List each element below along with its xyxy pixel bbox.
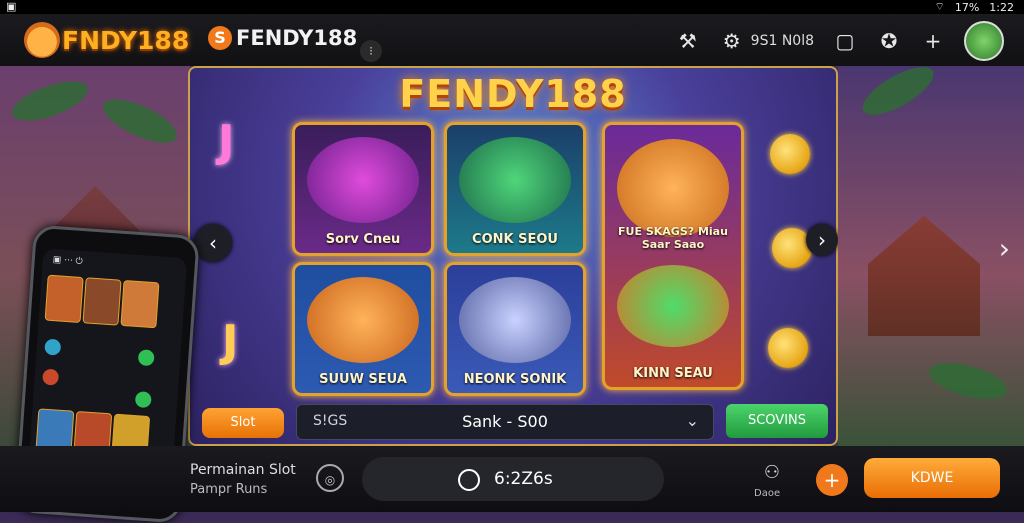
phone-header: ▣ ··· ⏻ [52,254,84,268]
game-tile[interactable]: CONK SEOU [444,122,586,256]
scores-button[interactable]: SCOVINS [726,404,828,438]
game-title: SUUW SEUA [319,372,407,387]
game-title: KINN SEAU [633,366,713,381]
game-title: NEONK SONIK [463,372,567,387]
plus-icon[interactable]: + [920,28,946,54]
game-panel: FENDY188 J J Sorv Cneu CONK SEOU FUE SKA… [188,66,838,446]
leaf-decoration [97,90,183,152]
clock-icon [458,469,480,491]
j-symbol-icon: J [222,316,239,367]
game-tile[interactable]: Sorv Cneu [292,122,434,256]
avatar [44,338,62,356]
game-thumb [82,277,122,326]
panel-controls: Slot S!GS Sank - S00 ⌄ SCOVINS [196,404,830,440]
brand-badge-icon: S [208,26,232,50]
clock: 1:22 [989,0,1014,14]
avatar [42,368,60,386]
app-logo[interactable]: FNDY188 [24,20,189,60]
add-button[interactable]: + [816,464,848,496]
target-icon[interactable]: ◎ [316,464,344,492]
game-thumb [44,274,84,324]
game-thumb [120,279,160,329]
filter-value: Sank - S00 [462,412,548,431]
bottom-title: Permainan Slot [190,462,296,478]
bunny-art-icon [459,277,571,363]
play-icon [134,391,152,409]
play-icon [137,349,155,367]
chevron-right-icon[interactable]: › [806,224,838,256]
share-label: Daoe [754,488,781,499]
coin-icon [770,134,810,174]
leaf-decoration [925,356,1011,406]
account-label[interactable]: 9S1 N0l8 [751,33,814,49]
game-title: Sorv Cneu [325,232,401,247]
timer-field[interactable]: 6:2Z6s [362,457,664,501]
cat-art-icon [617,139,729,237]
hut-decoration [868,216,980,336]
status-bar: ▣ ⌔ 17% 1:22 [0,0,1024,14]
chevron-left-icon[interactable]: ‹ [194,224,232,262]
coin-icon [768,328,808,368]
timer-value: 6:2Z6s [494,469,553,489]
gear-icon[interactable]: ⚙ [719,28,745,54]
leaf-decoration [7,73,93,129]
cat-art-icon [459,137,571,223]
avatar[interactable] [964,21,1004,61]
battery-percent: 17% [954,0,980,14]
filter-dropdown[interactable]: S!GS Sank - S00 ⌄ [296,404,714,440]
cat-art-icon [307,277,419,363]
bottom-subtitle: Pampr Runs [190,482,268,497]
leaf-decoration [855,58,941,124]
j-symbol-icon: J [218,116,235,167]
notification-icon: ▣ [6,0,17,13]
chevron-right-icon[interactable]: › [999,232,1010,265]
bottom-bar: Permainan Slot Pampr Runs ◎ 6:2Z6s ⚇ Dao… [0,446,1024,512]
brand-link[interactable]: S FENDY188 [208,26,357,50]
tablet-icon[interactable]: ▢ [832,28,858,54]
chevron-down-icon: ⌄ [685,411,699,430]
logo-text: FNDY188 [62,25,190,55]
game-tile-large[interactable]: FUE SKAGS? Miau Saar Saao KINN SEAU [602,122,744,390]
game-art-icon [307,137,419,223]
game-title: FUE SKAGS? Miau Saar Saao [618,225,728,251]
top-app-bar: FNDY188 S FENDY188 ⁝ ⚒ ⚙ 9S1 N0l8 ▢ ✪ + [0,14,1024,66]
settings-icon[interactable]: ✪ [876,28,902,54]
cta-button[interactable]: KDWE [864,458,1000,498]
menu-icon[interactable]: ⁝ [360,40,382,62]
game-tile[interactable]: NEONK SONIK [444,262,586,396]
share-icon[interactable]: ⚇ [758,462,786,483]
slot-button[interactable]: Slot [202,408,284,438]
brand-text: FENDY188 [236,26,358,50]
game-tile[interactable]: SUUW SEUA [292,262,434,396]
background-scene-right [838,58,1024,446]
cat-art-icon [617,265,729,347]
fox-logo-icon [24,22,60,58]
game-title: CONK SEOU [472,232,558,247]
wifi-icon: ⌔ [934,0,945,13]
gavel-icon[interactable]: ⚒ [675,28,701,54]
panel-title: FENDY188 [399,72,627,116]
